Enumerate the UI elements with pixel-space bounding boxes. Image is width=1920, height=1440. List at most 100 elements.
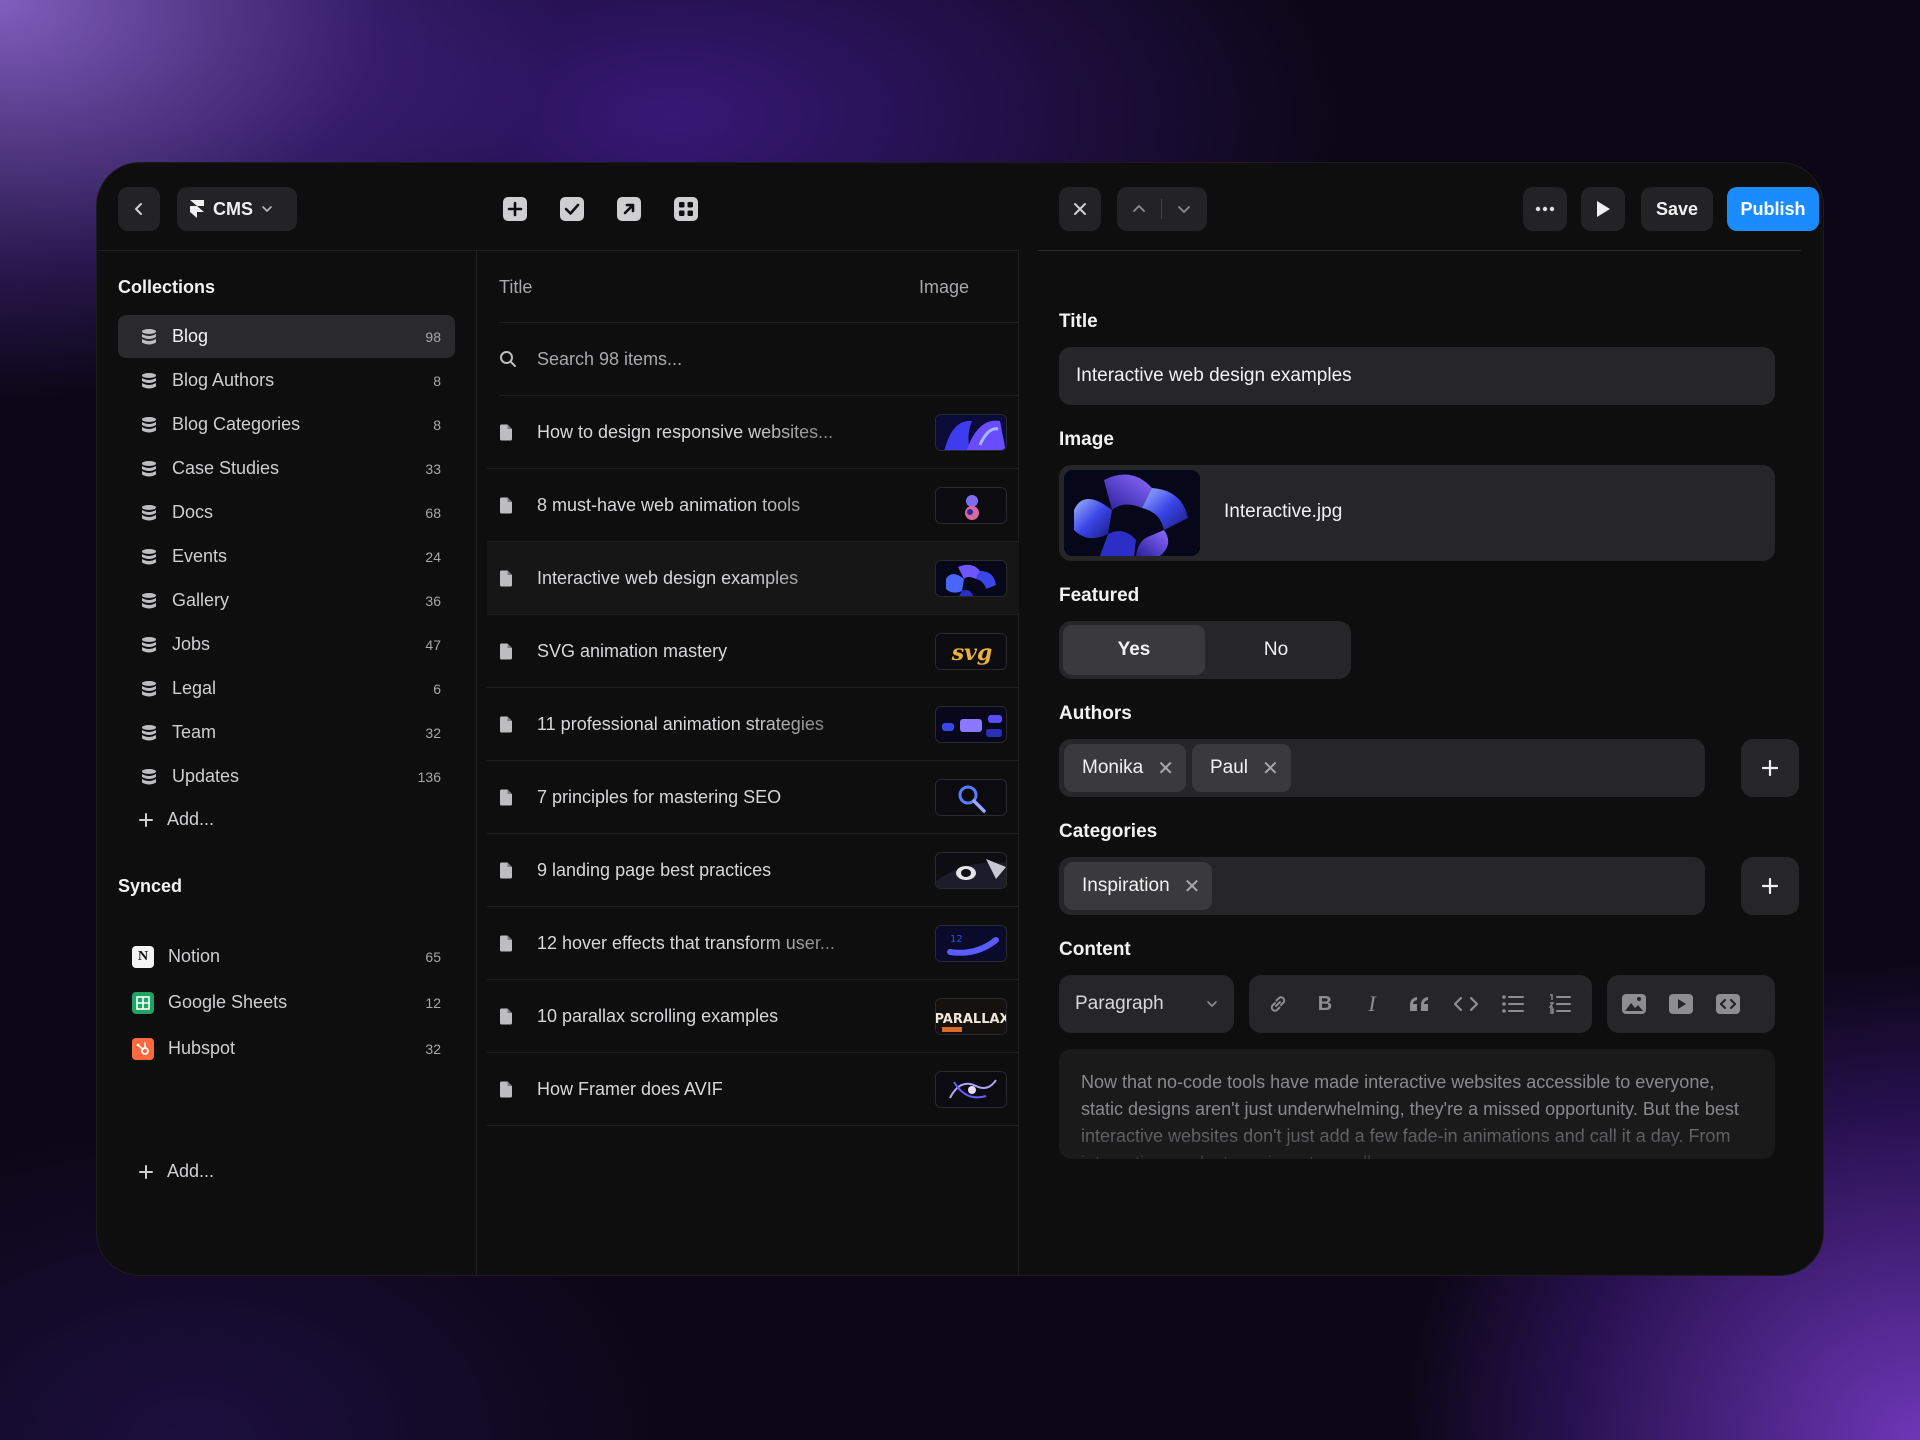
quote-icon[interactable] bbox=[1406, 991, 1432, 1017]
previous-item-button[interactable] bbox=[1117, 187, 1161, 231]
back-button[interactable] bbox=[118, 187, 160, 231]
sidebar-item-blog-authors[interactable]: Blog Authors 8 bbox=[118, 359, 455, 402]
list-item[interactable]: 12 hover effects that transform user... 1… bbox=[487, 907, 1019, 980]
sidebar-item-blog-categories[interactable]: Blog Categories 8 bbox=[118, 403, 455, 446]
code-icon[interactable] bbox=[1453, 991, 1479, 1017]
list-item[interactable]: 10 parallax scrolling examples PARALLAX bbox=[487, 980, 1019, 1053]
sidebar-item-docs[interactable]: Docs 68 bbox=[118, 491, 455, 534]
open-external-button[interactable] bbox=[613, 193, 645, 225]
list-item[interactable]: 7 principles for mastering SEO bbox=[487, 761, 1019, 834]
list-item-title: 11 professional animation strategies bbox=[537, 713, 824, 734]
sidebar-item-count: 8 bbox=[433, 416, 441, 433]
add-synced-button[interactable]: Add... bbox=[139, 1161, 214, 1182]
sidebar-item-jobs[interactable]: Jobs 47 bbox=[118, 623, 455, 666]
bullet-list-icon[interactable] bbox=[1500, 991, 1526, 1017]
cms-label: CMS bbox=[213, 198, 253, 219]
add-item-button[interactable] bbox=[499, 193, 531, 225]
sidebar-item-blog[interactable]: Blog 98 bbox=[118, 315, 455, 358]
document-icon bbox=[500, 862, 512, 878]
insert-video-icon[interactable] bbox=[1668, 991, 1694, 1017]
link-icon[interactable] bbox=[1265, 991, 1291, 1017]
sidebar-item-count: 33 bbox=[425, 460, 441, 477]
insert-image-icon[interactable] bbox=[1621, 991, 1647, 1017]
list-item[interactable]: Interactive web design examples bbox=[487, 542, 1019, 615]
remove-author-icon[interactable]: ✕ bbox=[1157, 756, 1174, 781]
sidebar-item-label: Docs bbox=[172, 502, 214, 522]
main-toolbar: CMS bbox=[97, 163, 1019, 251]
add-category-button[interactable] bbox=[1741, 857, 1799, 915]
list-item-thumbnail bbox=[935, 1071, 1007, 1108]
category-tag-label: Inspiration bbox=[1082, 875, 1170, 896]
column-image-header[interactable]: Image bbox=[919, 277, 969, 298]
sidebar-item-updates[interactable]: Updates 136 bbox=[118, 755, 455, 798]
list-item-title: SVG animation mastery bbox=[537, 640, 728, 661]
remove-author-icon[interactable]: ✕ bbox=[1262, 756, 1279, 781]
add-collection-button[interactable]: Add... bbox=[139, 809, 214, 830]
categories-field[interactable]: Inspiration ✕ bbox=[1059, 857, 1705, 915]
authors-field[interactable]: Monika ✕ Paul ✕ bbox=[1059, 739, 1705, 797]
authors-field-label: Authors bbox=[1059, 703, 1132, 724]
list-item-thumbnail bbox=[935, 487, 1007, 524]
sidebar-item-case-studies[interactable]: Case Studies 33 bbox=[118, 447, 455, 490]
save-button[interactable]: Save bbox=[1641, 187, 1713, 231]
add-author-button[interactable] bbox=[1741, 739, 1799, 797]
list-item[interactable]: 8 must-have web animation tools bbox=[487, 469, 1019, 542]
list-item-title: Interactive web design examples bbox=[537, 567, 799, 588]
list-item[interactable]: 9 landing page best practices bbox=[487, 834, 1019, 907]
sidebar-item-count: 47 bbox=[425, 636, 441, 653]
search-input[interactable] bbox=[537, 348, 937, 370]
sidebar-item-label: Team bbox=[172, 722, 217, 742]
close-button[interactable] bbox=[1059, 187, 1101, 231]
sidebar-item-events[interactable]: Events 24 bbox=[118, 535, 455, 578]
list-item[interactable]: SVG animation mastery svg bbox=[487, 615, 1019, 688]
sidebar-item-gallery[interactable]: Gallery 36 bbox=[118, 579, 455, 622]
content-editor[interactable]: Now that no-code tools have made interac… bbox=[1059, 1049, 1775, 1159]
italic-icon[interactable]: I bbox=[1359, 991, 1385, 1017]
more-options-button[interactable] bbox=[1523, 187, 1567, 231]
database-icon bbox=[142, 328, 156, 344]
preview-button[interactable] bbox=[1581, 187, 1625, 231]
plus-icon bbox=[139, 1164, 153, 1179]
featured-yes-option[interactable]: Yes bbox=[1063, 625, 1205, 675]
column-title-header[interactable]: Title bbox=[499, 277, 532, 298]
cms-menu-button[interactable]: CMS bbox=[177, 187, 297, 231]
document-icon bbox=[500, 1081, 512, 1097]
title-field[interactable]: Interactive web design examples bbox=[1059, 347, 1775, 405]
numbered-list-icon[interactable] bbox=[1547, 991, 1573, 1017]
image-field[interactable]: Interactive.jpg bbox=[1059, 465, 1775, 561]
sidebar-item-count: 6 bbox=[433, 680, 441, 697]
image-field-label: Image bbox=[1059, 429, 1114, 450]
plugins-button[interactable] bbox=[670, 193, 702, 225]
synced-item-hubspot[interactable]: Hubspot 32 bbox=[118, 1027, 455, 1070]
list-item-thumbnail bbox=[935, 779, 1007, 816]
google-sheets-icon bbox=[132, 991, 154, 1014]
insert-embed-icon[interactable] bbox=[1715, 991, 1741, 1017]
remove-category-icon[interactable]: ✕ bbox=[1184, 874, 1201, 899]
sidebar-item-team[interactable]: Team 32 bbox=[118, 711, 455, 754]
paragraph-style-select[interactable]: Paragraph bbox=[1059, 975, 1234, 1033]
svg-text:12: 12 bbox=[950, 934, 963, 945]
list-item[interactable]: How to design responsive websites... bbox=[487, 396, 1019, 469]
synced-item-count: 65 bbox=[425, 948, 441, 965]
plugin-grid-icon bbox=[674, 197, 698, 221]
plus-icon bbox=[1762, 760, 1778, 776]
document-icon bbox=[500, 935, 512, 951]
synced-item-notion[interactable]: N Notion 65 bbox=[118, 935, 455, 978]
synced-item-google-sheets[interactable]: Google Sheets 12 bbox=[118, 981, 455, 1024]
publish-button[interactable]: Publish bbox=[1727, 187, 1819, 231]
bold-icon[interactable]: B bbox=[1312, 991, 1338, 1017]
list-item-title: How to design responsive websites... bbox=[537, 421, 834, 442]
sidebar-item-label: Legal bbox=[172, 678, 217, 698]
list-item[interactable]: 11 professional animation strategies bbox=[487, 688, 1019, 761]
list-item-title: How Framer does AVIF bbox=[537, 1078, 723, 1099]
select-items-button[interactable] bbox=[556, 193, 588, 225]
sidebar-item-legal[interactable]: Legal 6 bbox=[118, 667, 455, 710]
list-item[interactable]: How Framer does AVIF bbox=[487, 1053, 1019, 1126]
featured-no-option[interactable]: No bbox=[1205, 625, 1347, 675]
sidebar-item-label: Jobs bbox=[172, 634, 211, 654]
svg-text:PARALLAX: PARALLAX bbox=[936, 1012, 1007, 1027]
next-item-button[interactable] bbox=[1162, 187, 1206, 231]
database-icon bbox=[142, 460, 156, 476]
content-text: Now that no-code tools have made interac… bbox=[1081, 1072, 1739, 1159]
sidebar-item-count: 68 bbox=[425, 504, 441, 521]
